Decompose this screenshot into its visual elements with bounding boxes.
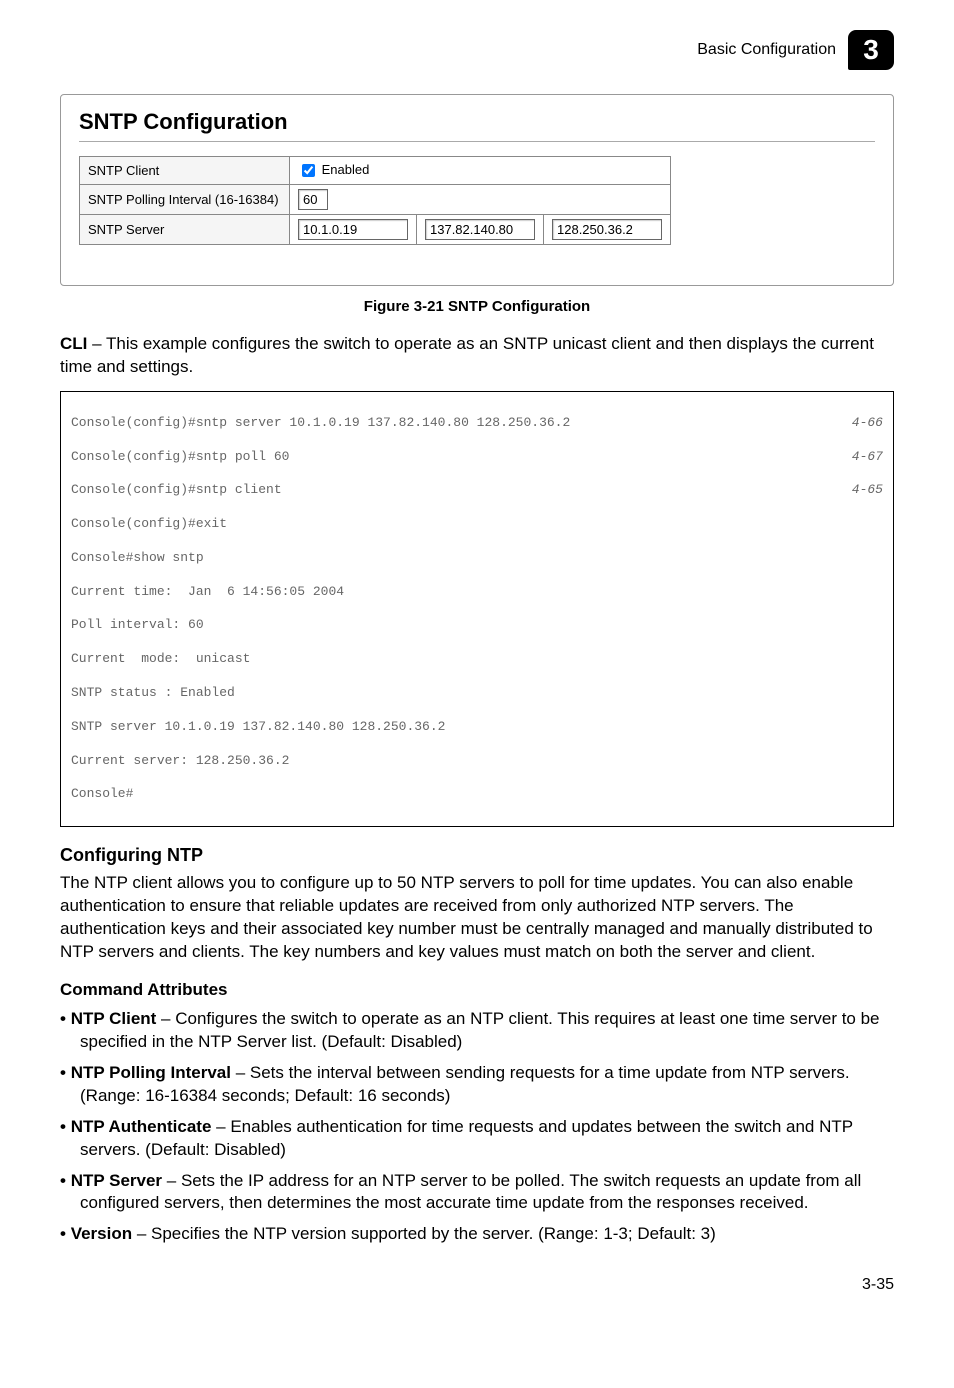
attr-desc: – Sets the IP address for an NTP server … xyxy=(80,1171,861,1213)
figure-caption: Figure 3-21 SNTP Configuration xyxy=(60,298,894,315)
attr-desc: – Configures the switch to operate as an… xyxy=(80,1009,880,1051)
sntp-server-input-1[interactable] xyxy=(298,219,408,240)
chapter-badge: 3 xyxy=(848,30,894,70)
cli-code-block: Console(config)#sntp server 10.1.0.19 13… xyxy=(60,391,894,827)
list-item: NTP Polling Interval – Sets the interval… xyxy=(60,1062,894,1108)
sntp-client-cell: Enabled xyxy=(290,157,671,185)
table-row: SNTP Server xyxy=(80,215,671,245)
cli-bold: CLI xyxy=(60,334,87,353)
page-number: 3-35 xyxy=(60,1276,894,1294)
cli-text: – This example configures the switch to … xyxy=(60,334,874,376)
attr-term: NTP Polling Interval xyxy=(71,1063,231,1082)
code-text: Console(config)#sntp server 10.1.0.19 13… xyxy=(71,415,570,432)
code-text: Console(config)#exit xyxy=(71,516,883,533)
attr-desc: – Specifies the NTP version supported by… xyxy=(132,1224,716,1243)
command-attributes-heading: Command Attributes xyxy=(60,980,894,1000)
attr-term: NTP Server xyxy=(71,1171,162,1190)
sntp-config-panel: SNTP Configuration SNTP Client Enabled S… xyxy=(60,94,894,286)
code-ref: 4-66 xyxy=(832,415,883,432)
code-text: Console#show sntp xyxy=(71,550,883,567)
attr-term: NTP Authenticate xyxy=(71,1117,212,1136)
list-item: NTP Authenticate – Enables authenticatio… xyxy=(60,1116,894,1162)
ntp-paragraph: The NTP client allows you to configure u… xyxy=(60,872,894,964)
polling-interval-input[interactable] xyxy=(298,189,328,210)
server-cell xyxy=(417,215,544,245)
sntp-client-checkbox[interactable] xyxy=(302,164,315,177)
code-text: SNTP status : Enabled xyxy=(71,685,883,702)
code-text: SNTP server 10.1.0.19 137.82.140.80 128.… xyxy=(71,719,883,736)
sntp-client-label: SNTP Client xyxy=(80,157,290,185)
table-row: SNTP Client Enabled xyxy=(80,157,671,185)
code-text: Current server: 128.250.36.2 xyxy=(71,753,883,770)
section-title: Basic Configuration xyxy=(697,41,836,59)
code-text: Console(config)#sntp poll 60 xyxy=(71,449,289,466)
attr-term: NTP Client xyxy=(71,1009,157,1028)
list-item: Version – Specifies the NTP version supp… xyxy=(60,1223,894,1246)
page-header: Basic Configuration 3 xyxy=(60,30,894,70)
table-row: SNTP Polling Interval (16-16384) xyxy=(80,185,671,215)
cli-intro: CLI – This example configures the switch… xyxy=(60,333,894,379)
sntp-server-label: SNTP Server xyxy=(80,215,290,245)
polling-interval-cell xyxy=(290,185,671,215)
attribute-list: NTP Client – Configures the switch to op… xyxy=(60,1008,894,1246)
code-text: Poll interval: 60 xyxy=(71,617,883,634)
attr-term: Version xyxy=(71,1224,132,1243)
list-item: NTP Server – Sets the IP address for an … xyxy=(60,1170,894,1216)
code-text: Console(config)#sntp client xyxy=(71,482,282,499)
code-text: Current mode: unicast xyxy=(71,651,883,668)
panel-title: SNTP Configuration xyxy=(79,109,875,135)
code-ref: 4-65 xyxy=(832,482,883,499)
divider xyxy=(79,141,875,142)
chapter-number: 3 xyxy=(863,34,879,66)
sntp-form-table: SNTP Client Enabled SNTP Polling Interva… xyxy=(79,156,671,245)
sntp-server-input-2[interactable] xyxy=(425,219,535,240)
enabled-text: Enabled xyxy=(318,162,369,177)
polling-interval-label: SNTP Polling Interval (16-16384) xyxy=(80,185,290,215)
code-text: Console# xyxy=(71,786,883,803)
sntp-server-input-3[interactable] xyxy=(552,219,662,240)
code-text: Current time: Jan 6 14:56:05 2004 xyxy=(71,584,883,601)
list-item: NTP Client – Configures the switch to op… xyxy=(60,1008,894,1054)
server-cell xyxy=(544,215,671,245)
configuring-ntp-heading: Configuring NTP xyxy=(60,845,894,866)
server-cell xyxy=(290,215,417,245)
code-ref: 4-67 xyxy=(832,449,883,466)
